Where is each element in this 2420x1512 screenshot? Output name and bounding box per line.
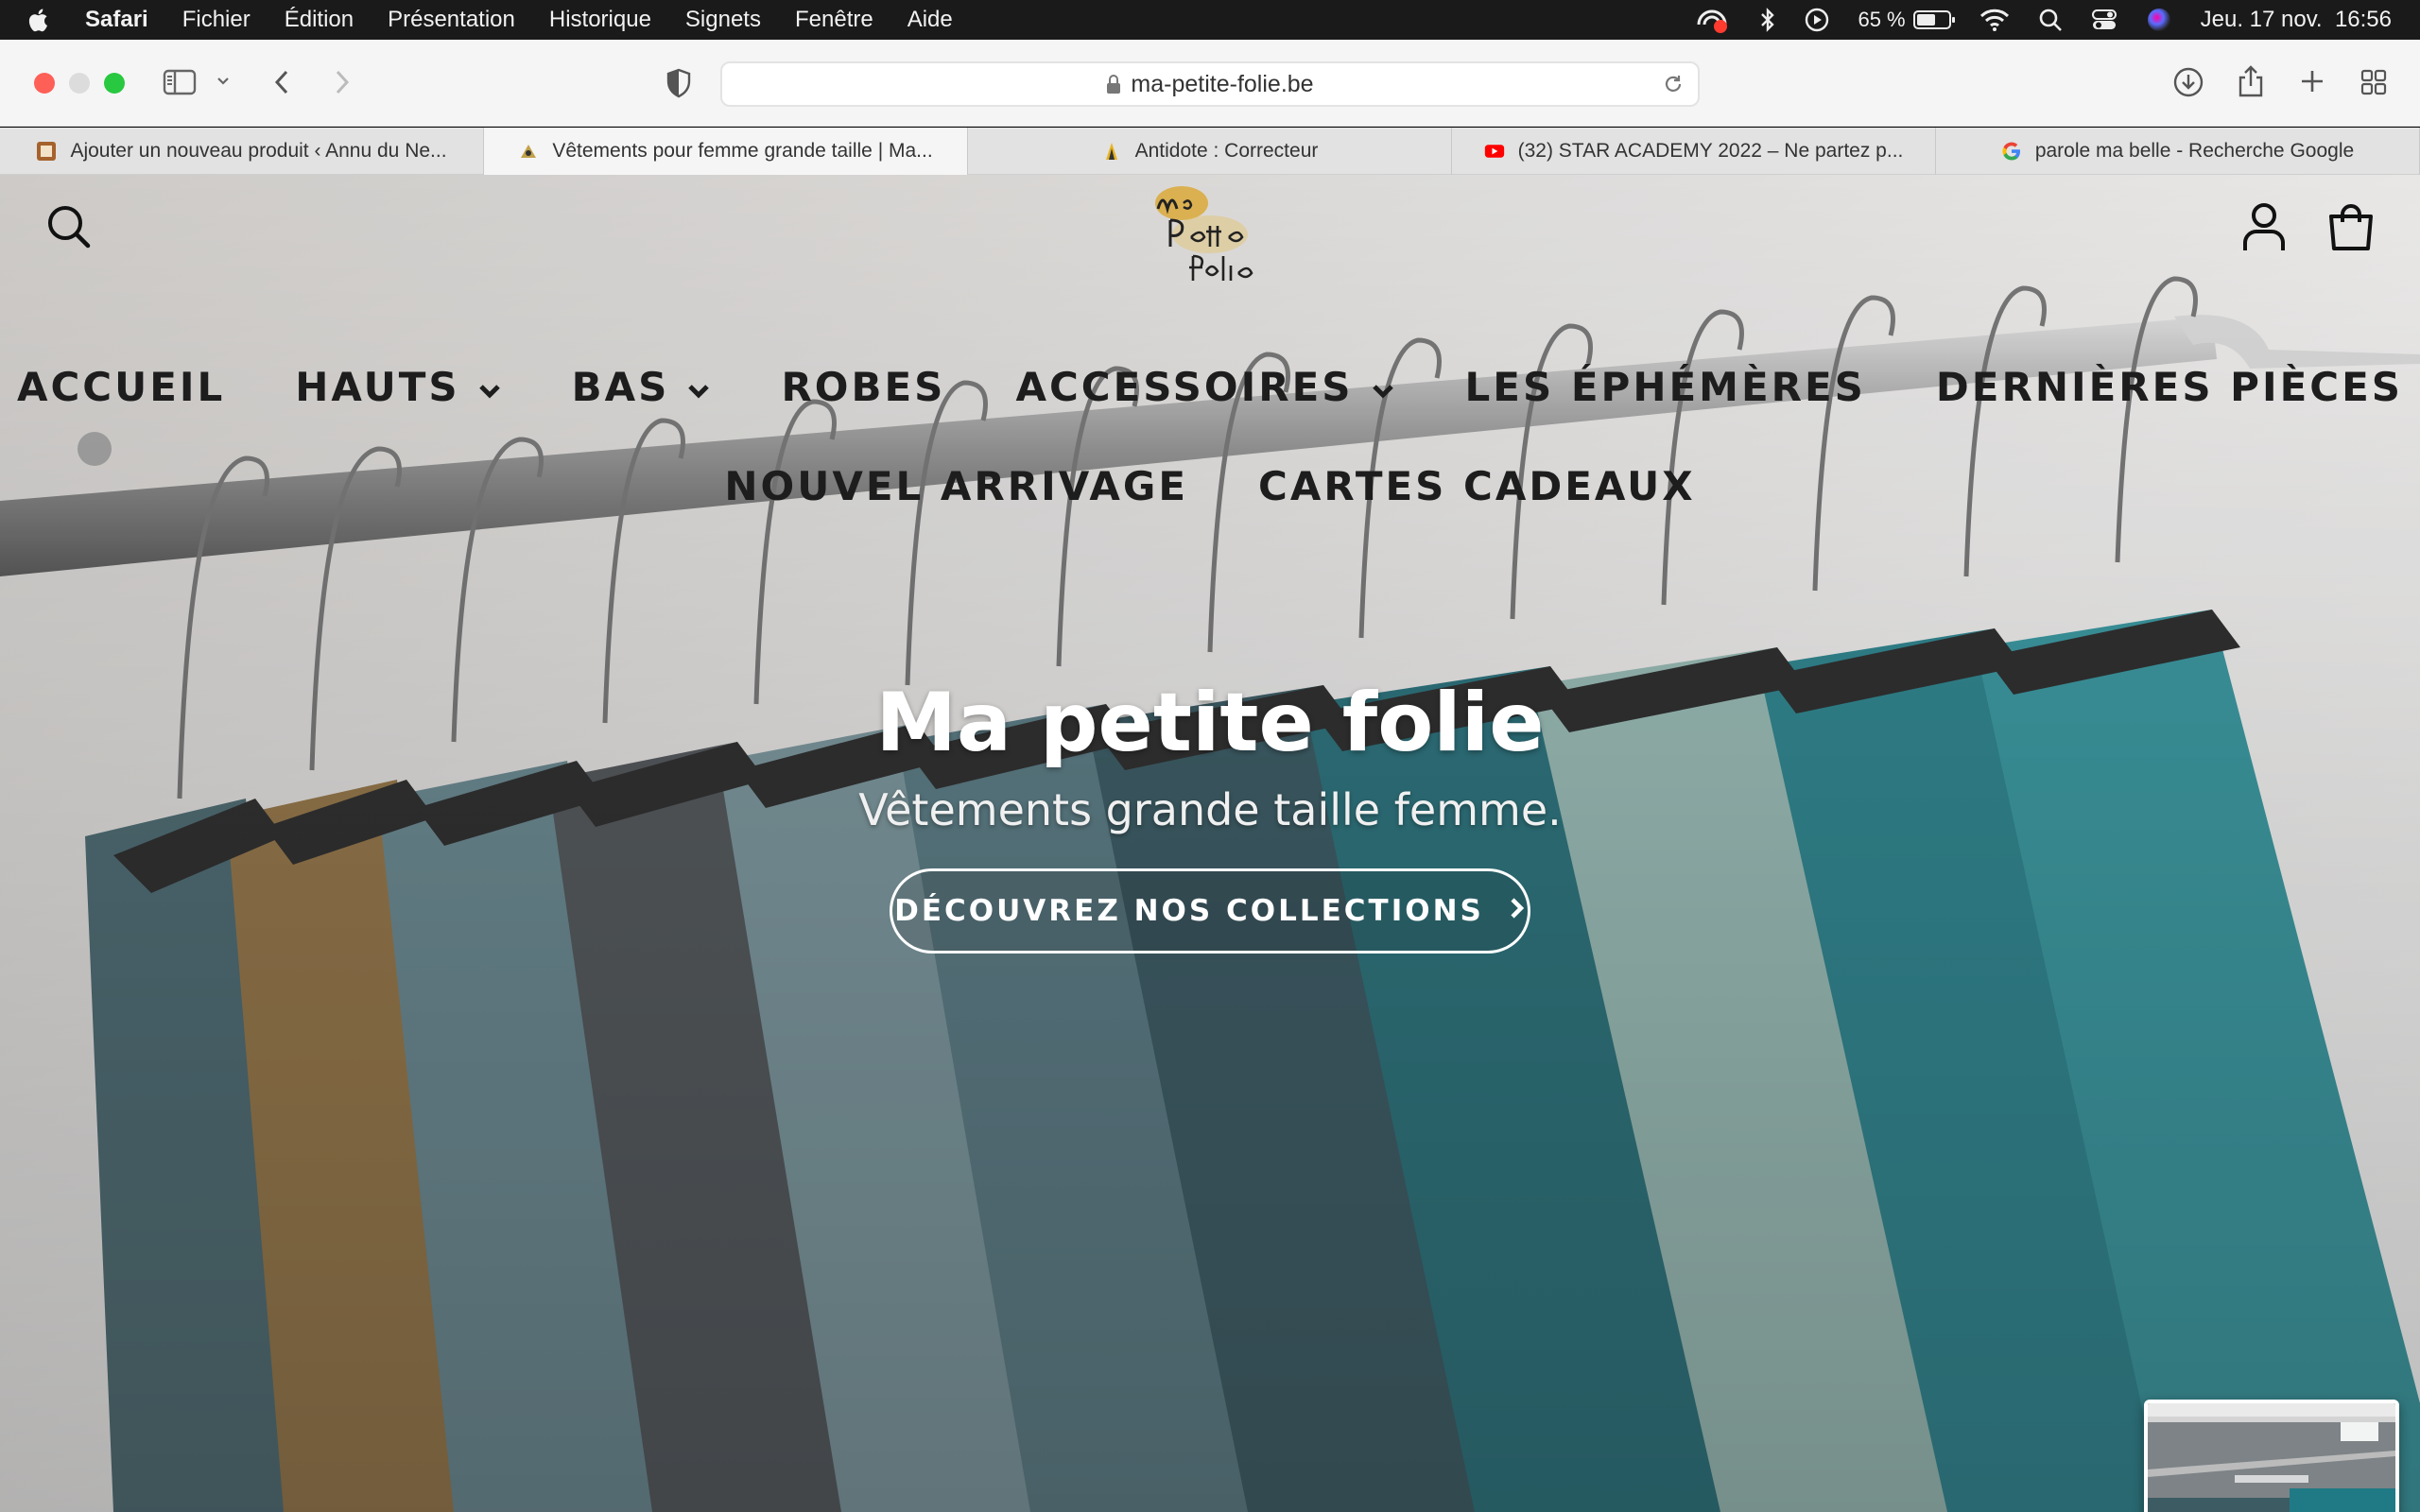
youtube-favicon-icon <box>1484 141 1505 162</box>
battery-percent: 65 % <box>1858 8 1906 31</box>
thumbnail-preview-image <box>2148 1403 2395 1512</box>
back-button[interactable] <box>270 68 293 96</box>
privacy-shield-icon[interactable] <box>666 68 692 98</box>
chevron-down-icon <box>686 364 711 410</box>
menu-signets[interactable]: Signets <box>685 7 761 33</box>
chevron-right-icon <box>1509 894 1526 928</box>
minimize-window-button[interactable] <box>69 73 90 94</box>
forward-button[interactable] <box>331 68 354 96</box>
spotlight-search-icon[interactable] <box>2038 8 2063 32</box>
nav-robes[interactable]: ROBES <box>781 364 945 410</box>
menu-aide[interactable]: Aide <box>908 7 953 33</box>
cta-label: DÉCOUVREZ NOS COLLECTIONS <box>894 894 1484 928</box>
close-window-button[interactable] <box>34 73 55 94</box>
site-favicon-icon <box>518 141 539 162</box>
tab-bar: Ajouter un nouveau produit ‹ Annu du Ne.… <box>0 128 2420 175</box>
google-favicon-icon <box>2001 141 2022 162</box>
site-logo[interactable] <box>1144 182 1276 286</box>
nav-label: NOUVEL ARRIVAGE <box>724 463 1189 509</box>
url-text: ma-petite-folie.be <box>1131 70 1314 97</box>
chevron-down-icon <box>1371 364 1395 410</box>
battery-level <box>1916 14 1936 26</box>
search-icon[interactable] <box>45 203 93 255</box>
screen-recording-icon[interactable] <box>1695 6 1731 34</box>
menu-fenetre[interactable]: Fenêtre <box>795 7 873 33</box>
battery-icon <box>1912 10 1955 29</box>
nav-accueil[interactable]: ACCUEIL <box>17 364 225 410</box>
chevron-down-icon <box>477 364 502 410</box>
menu-app-name[interactable]: Safari <box>85 7 148 33</box>
nav-label: BAS <box>571 364 670 410</box>
logo-mark <box>1155 186 1253 281</box>
menu-fichier[interactable]: Fichier <box>182 7 251 33</box>
nav-cartes-cadeaux[interactable]: CARTES CADEAUX <box>1258 463 1696 509</box>
hero-subtitle: Vêtements grande taille femme. <box>858 784 1562 835</box>
nav-hauts[interactable]: HAUTS <box>295 364 501 410</box>
nav-label: ROBES <box>781 364 946 410</box>
wordpress-favicon-icon <box>36 141 57 162</box>
siri-icon[interactable] <box>2146 7 2172 33</box>
tab-antidote[interactable]: Antidote : Correcteur <box>968 128 1452 175</box>
reload-icon[interactable] <box>1662 73 1685 102</box>
lock-icon <box>1106 74 1121 94</box>
apple-icon[interactable] <box>28 7 62 33</box>
discover-collections-button[interactable]: DÉCOUVREZ NOS COLLECTIONS <box>890 868 1530 954</box>
nav-row-secondary: NOUVEL ARRIVAGE CARTES CADEAUX <box>0 463 2420 509</box>
bluetooth-icon[interactable] <box>1759 7 1776 33</box>
nav-accessoires[interactable]: ACCESSOIRES <box>1015 364 1394 410</box>
new-tab-icon[interactable] <box>2299 68 2325 94</box>
tab-google[interactable]: parole ma belle - Recherche Google <box>1936 128 2420 175</box>
address-bar[interactable]: ma-petite-folie.be <box>720 61 1700 107</box>
menu-bar: Safari Fichier Édition Présentation Hist… <box>0 0 2420 40</box>
tab-title: Ajouter un nouveau produit ‹ Annu du Ne.… <box>70 140 447 162</box>
tab-title: parole ma belle - Recherche Google <box>2034 140 2355 162</box>
chevron-down-icon[interactable] <box>216 76 231 87</box>
menu-presentation[interactable]: Présentation <box>388 7 515 33</box>
menu-historique[interactable]: Historique <box>549 7 651 33</box>
nav-nouvel-arrivage[interactable]: NOUVEL ARRIVAGE <box>724 463 1188 509</box>
nav-bas[interactable]: BAS <box>572 364 712 410</box>
battery-status[interactable]: 65 % <box>1858 8 1955 32</box>
control-center-icon[interactable] <box>2091 8 2118 32</box>
tab-annu-du-net[interactable]: Ajouter un nouveau produit ‹ Annu du Ne.… <box>0 128 484 175</box>
window-controls <box>34 73 125 94</box>
account-icon[interactable] <box>2240 201 2288 257</box>
tab-title: Antidote : Correcteur <box>1134 140 1319 162</box>
nav-label: ACCESSOIRES <box>1015 364 1354 410</box>
tab-overview-icon[interactable] <box>2360 68 2388 96</box>
clock[interactable]: Jeu. 17 nov. 16:56 <box>2201 7 2392 33</box>
nav-dernieres-pieces[interactable]: DERNIÈRES PIÈCES <box>1936 364 2403 410</box>
nav-label: HAUTS <box>295 364 460 410</box>
cart-icon[interactable] <box>2325 201 2377 257</box>
browser-toolbar: ma-petite-folie.be <box>0 40 2420 127</box>
nav-label: LES ÉPHÉMÈRES <box>1464 364 1866 410</box>
antidote-favicon-icon <box>1101 141 1122 162</box>
tab-title: (32) STAR ACADEMY 2022 – Ne partez p... <box>1517 140 1904 162</box>
now-playing-icon[interactable] <box>1805 8 1829 32</box>
sidebar-toggle-icon[interactable] <box>163 68 197 96</box>
main-navigation: ACCUEIL HAUTS BAS ROBES ACCESSOIRES LES … <box>0 364 2420 509</box>
zoom-window-button[interactable] <box>104 73 125 94</box>
tab-ma-petite-folie[interactable]: Vêtements pour femme grande taille | Ma.… <box>484 128 968 175</box>
web-page: ACCUEIL HAUTS BAS ROBES ACCESSOIRES LES … <box>0 175 2420 1512</box>
nav-label: DERNIÈRES PIÈCES <box>1935 364 2404 410</box>
share-icon[interactable] <box>2237 64 2265 98</box>
tab-title: Vêtements pour femme grande taille | Ma.… <box>552 140 933 162</box>
hero-title: Ma petite folie <box>875 676 1545 770</box>
downloads-icon[interactable] <box>2172 66 2204 98</box>
menu-edition[interactable]: Édition <box>285 7 354 33</box>
nav-label: ACCUEIL <box>16 364 226 410</box>
screenshot-thumbnail[interactable] <box>2144 1400 2399 1512</box>
tab-youtube[interactable]: (32) STAR ACADEMY 2022 – Ne partez p... <box>1452 128 1936 175</box>
wifi-icon[interactable] <box>1979 8 2010 32</box>
nav-label: CARTES CADEAUX <box>1258 463 1696 509</box>
nav-row-primary: ACCUEIL HAUTS BAS ROBES ACCESSOIRES LES … <box>0 364 2420 410</box>
nav-les-ephemeres[interactable]: LES ÉPHÉMÈRES <box>1465 364 1866 410</box>
